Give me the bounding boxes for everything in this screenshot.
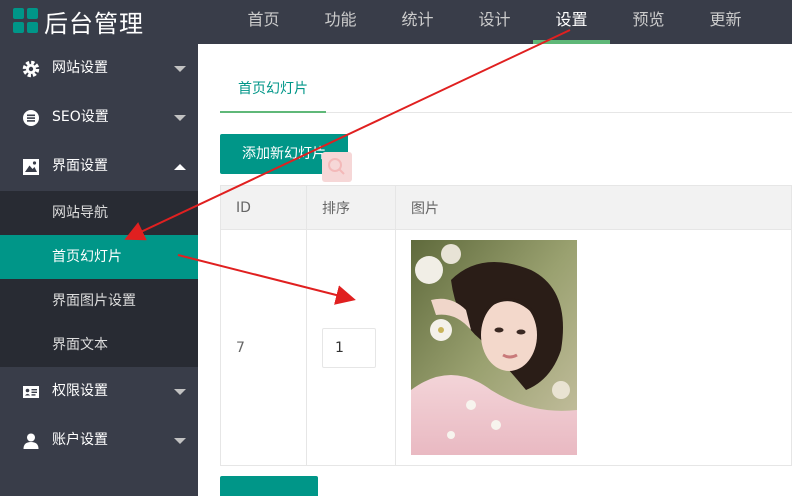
- cell-image: [395, 229, 792, 466]
- column-header-image: 图片: [395, 185, 792, 230]
- nav-features[interactable]: 功能: [302, 0, 379, 44]
- chevron-up-icon: [174, 164, 186, 170]
- magnifier-glyph: [328, 158, 345, 175]
- sidebar-item-ui-images[interactable]: 界面图片设置: [0, 279, 198, 323]
- column-header-id: ID: [220, 185, 307, 230]
- sidebar-group-label: 网站设置: [52, 60, 108, 76]
- sidebar: 网站设置 SEO设置 界面设置 网站导航 首页幻灯片 界面图片设置 界面文本 权…: [0, 44, 198, 496]
- sidebar-group-label: 权限设置: [52, 383, 108, 399]
- chevron-down-icon: [174, 438, 186, 444]
- sidebar-group-label: 账户设置: [52, 432, 108, 448]
- tab-home-slides[interactable]: 首页幻灯片: [220, 68, 326, 113]
- sidebar-group-label: SEO设置: [52, 109, 109, 125]
- search-icon: [322, 152, 352, 182]
- nav-preview[interactable]: 预览: [610, 0, 687, 44]
- slide-image[interactable]: [411, 240, 577, 455]
- gear-icon: [22, 60, 40, 78]
- tab-bar: 首页幻灯片: [220, 68, 792, 113]
- nav-stats[interactable]: 统计: [379, 0, 456, 44]
- picture-icon: [23, 159, 39, 175]
- user-icon: [23, 433, 39, 449]
- nav-settings[interactable]: 设置: [533, 0, 610, 44]
- sort-order-input[interactable]: [322, 327, 376, 368]
- sidebar-group-site-settings[interactable]: 网站设置: [0, 44, 198, 93]
- main-content: 首页幻灯片 添加新幻灯片 ID 排序 图片 7: [198, 44, 792, 496]
- nav-update[interactable]: 更新: [687, 0, 764, 44]
- logo-grid-icon: [12, 7, 40, 35]
- sidebar-group-ui-settings[interactable]: 界面设置: [0, 142, 198, 191]
- sidebar-group-label: 界面设置: [52, 158, 108, 174]
- chevron-down-icon: [174, 115, 186, 121]
- sidebar-item-site-nav[interactable]: 网站导航: [0, 191, 198, 235]
- confirm-sort-button[interactable]: [220, 476, 318, 496]
- nav-design[interactable]: 设计: [456, 0, 533, 44]
- sidebar-group-account[interactable]: 账户设置: [0, 416, 198, 465]
- sidebar-item-home-slides[interactable]: 首页幻灯片: [0, 235, 198, 279]
- app-title: 后台管理: [44, 9, 144, 38]
- column-header-sort: 排序: [306, 185, 396, 230]
- top-nav: 首页 功能 统计 设计 设置 预览 更新: [225, 0, 764, 44]
- chevron-down-icon: [174, 66, 186, 72]
- sidebar-group-permissions[interactable]: 权限设置: [0, 367, 198, 416]
- cell-sort: [306, 229, 396, 466]
- chevron-down-icon: [174, 389, 186, 395]
- list-circle-icon: [23, 110, 39, 126]
- table-header-row: ID 排序 图片: [220, 185, 792, 230]
- sidebar-submenu: 网站导航 首页幻灯片 界面图片设置 界面文本: [0, 191, 198, 367]
- cell-id: 7: [220, 229, 307, 466]
- sidebar-group-seo-settings[interactable]: SEO设置: [0, 93, 198, 142]
- id-card-icon: [23, 386, 39, 398]
- top-bar: 后台管理 首页 功能 统计 设计 设置 预览 更新: [0, 0, 792, 44]
- app-logo[interactable]: 后台管理: [12, 6, 144, 38]
- nav-home[interactable]: 首页: [225, 0, 302, 44]
- table-row: 7: [220, 229, 792, 466]
- slides-table: ID 排序 图片 7: [220, 185, 792, 466]
- sidebar-item-ui-text[interactable]: 界面文本: [0, 323, 198, 367]
